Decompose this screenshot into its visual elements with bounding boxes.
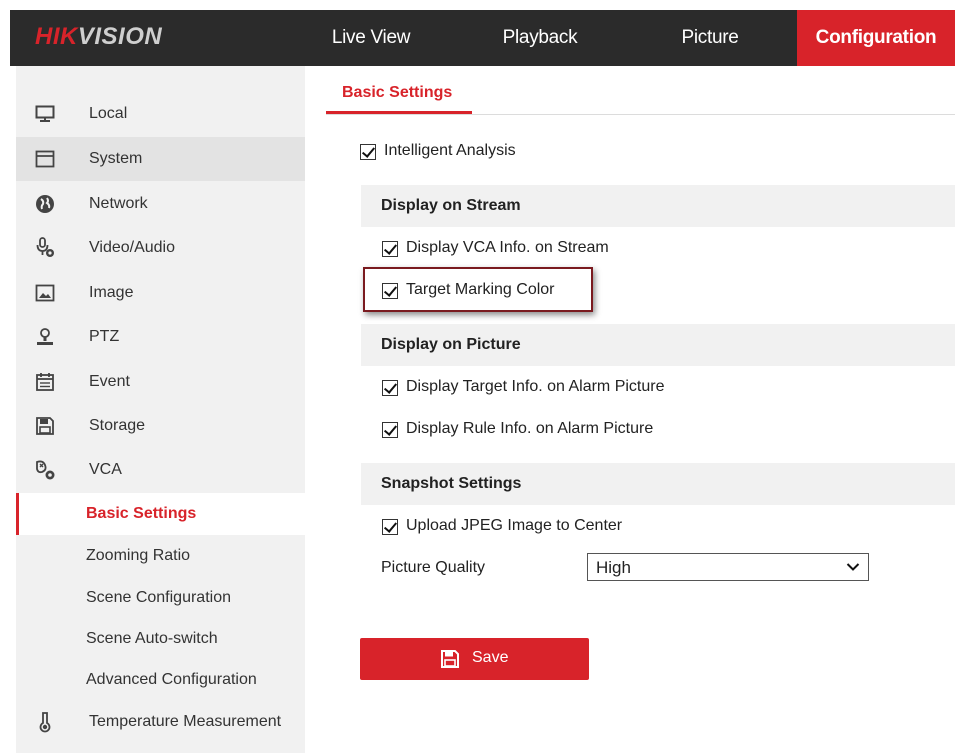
sidebar-item-ptz[interactable]: PTZ	[16, 315, 305, 359]
sidebar-item-video-audio[interactable]: Video/Audio	[16, 226, 305, 270]
display-vca-info-checkbox[interactable]	[382, 241, 398, 257]
sidebar-item-label: Network	[89, 195, 148, 212]
section-display-on-stream: Display on Stream	[361, 185, 955, 227]
display-vca-info-label: Display VCA Info. on Stream	[406, 239, 609, 256]
monitor-icon	[34, 103, 56, 125]
section-title: Display on Stream	[381, 197, 521, 214]
tab-divider	[326, 114, 955, 115]
display-rule-info-label: Display Rule Info. on Alarm Picture	[406, 420, 654, 437]
floppy-save-icon	[441, 650, 459, 668]
sidebar-item-label: System	[89, 150, 143, 167]
sidebar: Local System Network Video/Audio Image P…	[16, 66, 305, 753]
window-icon	[34, 148, 56, 170]
nav-configuration[interactable]: Configuration	[797, 10, 955, 66]
chevron-down-icon	[846, 563, 860, 571]
sidebar-subitem-label: Scene Configuration	[86, 589, 231, 606]
ptz-icon	[34, 326, 56, 348]
upload-jpeg-checkbox[interactable]	[382, 519, 398, 535]
display-target-info-label: Display Target Info. on Alarm Picture	[406, 378, 665, 395]
sidebar-item-label: PTZ	[89, 328, 120, 345]
sidebar-item-system[interactable]: System	[16, 137, 305, 181]
sidebar-subitem-label: Scene Auto-switch	[86, 630, 218, 647]
nav-picture[interactable]: Picture	[647, 10, 773, 66]
sidebar-subitem-zooming-ratio[interactable]: Zooming Ratio	[16, 535, 305, 577]
section-snapshot-settings: Snapshot Settings	[361, 463, 955, 505]
sidebar-item-network[interactable]: Network	[16, 182, 305, 226]
calendar-icon	[34, 371, 56, 393]
intelligent-analysis-label: Intelligent Analysis	[384, 142, 516, 159]
upload-jpeg-label: Upload JPEG Image to Center	[406, 517, 623, 534]
image-icon	[34, 282, 56, 304]
sidebar-item-event[interactable]: Event	[16, 360, 305, 404]
save-button[interactable]: Save	[360, 638, 589, 680]
microphone-icon	[34, 237, 56, 259]
sidebar-subitem-scene-configuration[interactable]: Scene Configuration	[16, 577, 305, 619]
nav-playback[interactable]: Playback	[468, 10, 612, 66]
globe-icon	[34, 193, 56, 215]
tab-label: Basic Settings	[342, 84, 453, 101]
thermometer-icon	[34, 711, 56, 733]
sidebar-subitem-advanced-configuration[interactable]: Advanced Configuration	[16, 659, 305, 701]
sidebar-item-label: Video/Audio	[89, 239, 175, 256]
sidebar-subitem-basic-settings[interactable]: Basic Settings	[16, 493, 305, 535]
logo-red-part: HIK	[35, 23, 78, 50]
top-navigation-bar: HIKVISION Live View Playback Picture Con…	[10, 10, 955, 66]
nav-live-view[interactable]: Live View	[310, 10, 432, 66]
picture-quality-select[interactable]: High	[587, 553, 869, 581]
save-button-label: Save	[472, 649, 509, 666]
picture-quality-value: High	[596, 558, 631, 577]
sidebar-item-label: Image	[89, 284, 134, 301]
sidebar-item-label: VCA	[89, 461, 122, 478]
target-marking-color-checkbox[interactable]	[382, 283, 398, 299]
logo-white-part: VISION	[77, 23, 163, 50]
target-marking-color-label: Target Marking Color	[406, 281, 555, 298]
floppy-icon	[34, 415, 56, 437]
sidebar-item-image[interactable]: Image	[16, 271, 305, 315]
section-title: Snapshot Settings	[381, 475, 522, 492]
sidebar-subitem-label: Zooming Ratio	[86, 547, 191, 564]
sidebar-item-temperature-measurement[interactable]: Temperature Measurement	[16, 700, 305, 744]
tab-basic-settings[interactable]: Basic Settings	[326, 80, 472, 114]
sidebar-subitem-label: Basic Settings	[86, 505, 197, 522]
sidebar-item-label: Local	[89, 105, 128, 122]
display-rule-info-checkbox[interactable]	[382, 422, 398, 438]
sidebar-subitem-label: Advanced Configuration	[86, 671, 257, 688]
intelligent-analysis-checkbox[interactable]	[360, 144, 376, 160]
sidebar-item-vca[interactable]: VCA	[16, 448, 305, 492]
display-target-info-checkbox[interactable]	[382, 380, 398, 396]
sidebar-item-label: Event	[89, 373, 130, 390]
sidebar-item-local[interactable]: Local	[16, 92, 305, 136]
picture-quality-label: Picture Quality	[381, 559, 486, 576]
sidebar-item-label: Storage	[89, 417, 146, 434]
hikvision-logo: HIKVISION	[35, 23, 162, 51]
sidebar-subitem-scene-auto-switch[interactable]: Scene Auto-switch	[16, 618, 305, 660]
vca-icon	[34, 459, 56, 481]
sidebar-item-label: Temperature Measurement	[89, 713, 282, 730]
section-display-on-picture: Display on Picture	[361, 324, 955, 366]
sidebar-item-storage[interactable]: Storage	[16, 404, 305, 448]
section-title: Display on Picture	[381, 336, 521, 353]
